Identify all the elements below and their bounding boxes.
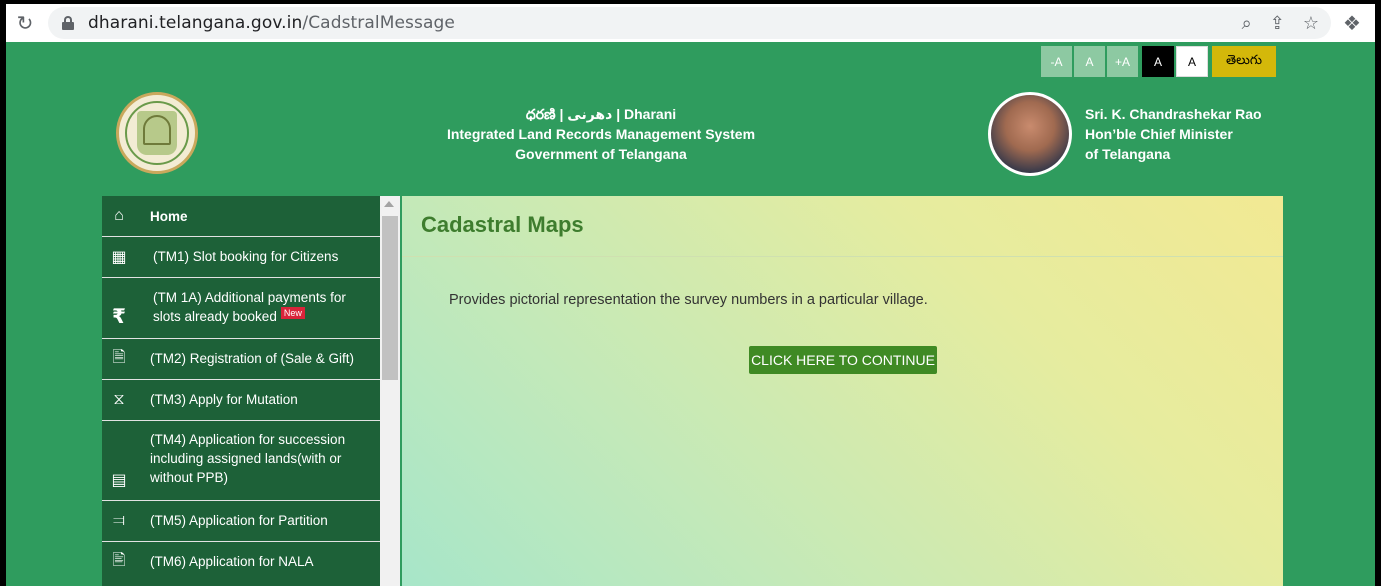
decrease-font-button[interactable]: -A <box>1041 46 1072 77</box>
continue-button[interactable]: CLICK HERE TO CONTINUE <box>749 346 937 374</box>
qr-grid-icon: ▦ <box>111 249 127 266</box>
share-icon[interactable]: ⇪ <box>1270 13 1285 34</box>
site-title-line2: Integrated Land Records Management Syste… <box>446 126 756 142</box>
url-host: dharani.telangana.gov.in <box>88 13 303 33</box>
cm-name: Sri. K. Chandrashekar Rao <box>1085 106 1262 122</box>
light-contrast-button[interactable]: A <box>1176 46 1208 77</box>
page-title: Cadastral Maps <box>421 212 584 237</box>
sidebar-item-label: (TM1) Slot booking for Citizens <box>153 249 339 264</box>
sidebar-item-home[interactable]: ⌂ Home <box>102 196 380 237</box>
bookmark-star-icon[interactable]: ☆ <box>1303 13 1319 34</box>
chief-minister-avatar <box>988 92 1072 176</box>
telangana-emblem-logo[interactable] <box>116 92 198 174</box>
lock-icon[interactable] <box>62 16 74 30</box>
sidebar-item-tm4[interactable]: ▤ (TM4) Application for succession inclu… <box>102 421 380 501</box>
sidebar-menu: ⌂ Home ▦ (TM1) Slot booking for Citizens… <box>102 196 380 586</box>
browser-toolbar: ↻ dharani.telangana.gov.in/CadstralMessa… <box>6 4 1375 42</box>
cm-title: Hon’ble Chief Minister <box>1085 126 1233 142</box>
sidebar-item-label: Home <box>150 209 188 224</box>
sidebar-item-label: (TM3) Apply for Mutation <box>150 392 298 407</box>
chief-minister-caption: Sri. K. Chandrashekar Rao Hon’ble Chief … <box>1085 104 1262 164</box>
url-text[interactable]: dharani.telangana.gov.in/CadstralMessage <box>88 13 455 33</box>
site-title-line3: Government of Telangana <box>515 146 687 162</box>
reload-icon[interactable]: ↻ <box>10 8 40 38</box>
main-content: Cadastral Maps Provides pictorial repres… <box>402 196 1283 586</box>
sidebar-item-tm5[interactable]: ⫤ (TM5) Application for Partition <box>102 501 380 542</box>
sidebar-item-tm2[interactable]: 🗎 (TM2) Registration of (Sale & Gift) <box>102 339 380 380</box>
mutation-icon: ⧖ <box>113 391 125 408</box>
new-badge: New <box>280 307 305 319</box>
sidebar-item-tm6[interactable]: 🖹 (TM6) Application for NALA <box>102 542 380 583</box>
rupee-icon: ₹ <box>112 305 126 328</box>
sidebar-item-label: (TM4) Application for succession includi… <box>150 432 346 485</box>
sidebar-item-tm1a[interactable]: ₹ (TM 1A) Additional payments for slots … <box>102 278 380 339</box>
sidebar-item-label: (TM 1A) Additional payments for slots al… <box>153 290 346 324</box>
extensions-puzzle-icon[interactable]: ❖ <box>1339 10 1365 36</box>
scroll-thumb[interactable] <box>382 216 398 380</box>
url-path: /CadstralMessage <box>302 13 455 33</box>
scroll-up-arrow-icon[interactable] <box>384 201 394 207</box>
partition-icon: ⫤ <box>112 512 126 529</box>
document-stamp-icon: 🗎 <box>112 348 126 366</box>
address-bar[interactable]: dharani.telangana.gov.in/CadstralMessage… <box>48 7 1331 39</box>
home-icon: ⌂ <box>114 207 124 224</box>
telugu-language-button[interactable]: తెలుగు <box>1212 46 1276 77</box>
dark-contrast-button[interactable]: A <box>1142 46 1174 77</box>
page: -A A +A A A తెలుగు ధరణి | دھرنی | Dharan… <box>6 42 1375 586</box>
file-icon: 🖹 <box>112 551 126 569</box>
site-title-line1: ధరణి | دھرنی | Dharani <box>525 106 677 122</box>
sidebar-scrollbar[interactable] <box>380 196 400 586</box>
sidebar-item-tm1[interactable]: ▦ (TM1) Slot booking for Citizens <box>102 237 380 278</box>
cm-state: of Telangana <box>1085 146 1171 162</box>
normal-font-button[interactable]: A <box>1074 46 1105 77</box>
sidebar-item-label: (TM2) Registration of (Sale & Gift) <box>150 351 355 366</box>
zoom-icon[interactable]: ⌕ <box>1242 13 1252 34</box>
sidebar-item-label: (TM6) Application for NALA <box>150 554 314 569</box>
succession-doc-icon: ▤ <box>111 472 127 489</box>
sidebar-item-tm3[interactable]: ⧖ (TM3) Apply for Mutation <box>102 380 380 421</box>
sidebar-item-label: (TM5) Application for Partition <box>150 513 328 528</box>
site-title: ధరణి | دھرنی | Dharani Integrated Land R… <box>386 104 816 164</box>
increase-font-button[interactable]: +A <box>1107 46 1138 77</box>
page-description: Provides pictorial representation the su… <box>449 292 928 308</box>
accessibility-bar: -A A +A A A తెలుగు <box>1041 46 1276 77</box>
